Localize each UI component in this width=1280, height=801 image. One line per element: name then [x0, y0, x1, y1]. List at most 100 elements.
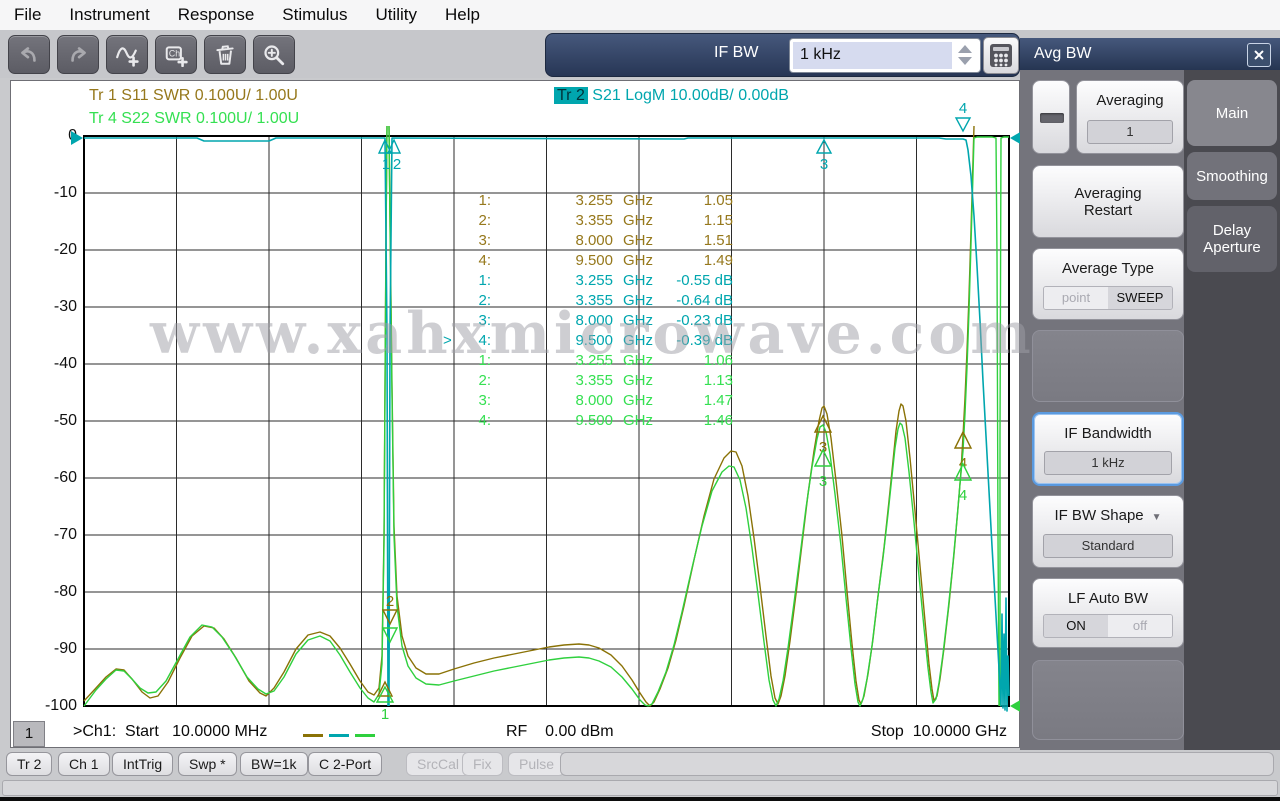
status-cal-2port[interactable]: C 2-Port [308, 752, 383, 776]
zoom-button[interactable] [253, 35, 295, 74]
average-type-point-option[interactable]: point [1044, 287, 1108, 309]
marker-row-active: >4: 9.500 GHz -0.39 dB [443, 332, 733, 349]
if-bandwidth-value: 1 kHz [1044, 451, 1172, 475]
trace2-header[interactable]: Tr 2 S21 LogM 10.00dB/ 0.00dB [554, 87, 789, 105]
menu-help[interactable]: Help [431, 0, 494, 30]
status-active-channel[interactable]: Ch 1 [58, 752, 110, 776]
tab-main[interactable]: Main [1187, 80, 1277, 146]
panel-tab-column: Main Smoothing Delay Aperture [1184, 70, 1280, 750]
trace1-header[interactable]: Tr 1 S11 SWR 0.100U/ 1.00U [89, 87, 298, 105]
avg-bw-panel: Avg BW Main Smoothing Delay Aperture Ave… [1020, 38, 1280, 750]
marker-row: 1: 3.255 GHz -0.55 dB [478, 272, 733, 289]
lf-auto-bw-segmented[interactable]: ON off [1043, 614, 1173, 638]
status-trigger-mode[interactable]: IntTrig [112, 752, 174, 776]
trace1-legend-dash [303, 734, 323, 737]
y-tick-70: -70 [53, 526, 77, 543]
panel-header[interactable]: Avg BW [1020, 38, 1280, 70]
y-tick-40: -40 [53, 355, 77, 372]
menu-stimulus[interactable]: Stimulus [268, 0, 361, 30]
panel-close-button[interactable] [1247, 43, 1271, 67]
if-bw-spinner[interactable] [954, 42, 976, 68]
spin-up-icon[interactable] [958, 45, 972, 53]
average-type-sweep-option[interactable]: SWEEP [1108, 287, 1172, 309]
vna-app-window: { "menu": {"items": ["File", "Instrument… [0, 0, 1280, 801]
if-bandwidth-button[interactable]: IF Bandwidth 1 kHz [1032, 412, 1184, 486]
menu-response[interactable]: Response [164, 0, 269, 30]
trace4-header[interactable]: Tr 4 S22 SWR 0.100U/ 1.00U [89, 110, 299, 128]
marker-row: 3: 8.000 GHz 1.47 [478, 392, 733, 409]
menu-utility[interactable]: Utility [361, 0, 431, 30]
averaging-value: 1 [1087, 120, 1173, 144]
marker-row: 4: 9.500 GHz 1.49 [478, 252, 733, 269]
tr1-marker3-label[interactable]: 3 [819, 439, 827, 456]
marker-readout-table: 1: 3.255 GHz 1.05 2: 3.355 GHz 1.15 3: 8.000 GHz… [443, 191, 733, 431]
panel-title: Avg BW [1034, 45, 1092, 62]
rf-power-readout[interactable]: RF 0.00 dBm [506, 723, 614, 741]
lf-auto-bw-on-option[interactable]: ON [1044, 615, 1108, 637]
if-bw-value[interactable]: 1 kHz [793, 42, 952, 69]
menu-bar: File Instrument Response Stimulus Utilit… [0, 0, 1280, 30]
keypad-button[interactable] [983, 37, 1019, 74]
marker2-label[interactable]: 2 [393, 156, 401, 173]
delete-trace-button[interactable] [204, 35, 246, 74]
status-message-field-2 [2, 780, 1278, 796]
trace4-legend-dash [355, 734, 375, 737]
status-active-trace[interactable]: Tr 2 [6, 752, 53, 776]
menu-instrument[interactable]: Instrument [55, 0, 163, 30]
keypad-icon [990, 44, 1012, 67]
marker-row: 3: 8.000 GHz -0.23 dB [478, 312, 733, 329]
sweep-start-readout[interactable]: >Ch1: Start 10.0000 MHz [73, 723, 267, 741]
y-tick-100: -100 [44, 697, 77, 714]
trace2-s21-logm-curve [84, 137, 389, 707]
marker-row: 1: 3.255 GHz 1.06 [478, 352, 733, 369]
trace2-legend-dash [329, 734, 349, 737]
menu-file[interactable]: File [0, 0, 55, 30]
y-tick-90: -90 [53, 640, 77, 657]
y-tick-30: -30 [53, 298, 77, 315]
marker-row: 2: 3.355 GHz 1.15 [478, 212, 733, 229]
redo-button[interactable] [57, 35, 99, 74]
plot-panel: Tr 1 S11 SWR 0.100U/ 1.00U Tr 2 S21 LogM… [10, 80, 1022, 748]
sweep-stop-readout[interactable]: Stop 10.0000 GHz [771, 723, 1007, 741]
if-bw-spinbox[interactable]: 1 kHz [789, 38, 981, 73]
marker4-label[interactable]: 4 [959, 100, 967, 117]
lf-auto-bw-off-option[interactable]: off [1108, 615, 1172, 637]
lf-auto-bw-button[interactable]: LF Auto BW ON off [1032, 578, 1184, 648]
y-tick-10: -10 [53, 184, 77, 201]
averaging-restart-button[interactable]: Averaging Restart [1032, 165, 1184, 238]
averaging-button[interactable]: Averaging 1 [1076, 80, 1184, 154]
if-bw-label: IF BW [714, 44, 759, 61]
marker-row: 2: 3.355 GHz 1.13 [478, 372, 733, 389]
undo-button[interactable] [8, 35, 50, 74]
marker1-label[interactable]: 1 [382, 156, 390, 173]
marker-row: 1: 3.255 GHz 1.05 [478, 192, 733, 209]
status-sweep[interactable]: Swp * [178, 752, 237, 776]
undo-icon [21, 46, 36, 62]
blank-button-2 [1032, 660, 1184, 740]
add-trace-button[interactable] [106, 35, 148, 74]
tab-delay-aperture[interactable]: Delay Aperture [1187, 206, 1277, 272]
spin-down-icon[interactable] [958, 57, 972, 65]
y-tick-20: -20 [53, 241, 77, 258]
trace1-s11-swr-curve [83, 125, 388, 702]
tab-smoothing[interactable]: Smoothing [1187, 152, 1277, 200]
swr-marker1-label[interactable]: 1 [381, 706, 389, 723]
averaging-toggle-button[interactable] [1032, 80, 1070, 154]
tr4-marker4-label[interactable]: 4 [959, 487, 967, 504]
add-channel-button[interactable]: Ch [155, 35, 197, 74]
average-type-segmented[interactable]: point SWEEP [1043, 286, 1173, 310]
svg-text:Ch: Ch [169, 48, 180, 58]
swr-marker2-label[interactable]: 2 [386, 593, 394, 610]
tr4-marker3-label[interactable]: 3 [819, 473, 827, 490]
y-tick-60: -60 [53, 469, 77, 486]
marker-row: 2: 3.355 GHz -0.64 dB [478, 292, 733, 309]
marker3-label[interactable]: 3 [820, 156, 828, 173]
status-bandwidth[interactable]: BW=1k [240, 752, 308, 776]
if-bw-shape-value: Standard [1043, 534, 1173, 558]
if-bw-shape-button[interactable]: IF BW Shape ▼ Standard [1032, 495, 1184, 568]
average-type-button[interactable]: Average Type point SWEEP [1032, 248, 1184, 320]
channel-tab-1[interactable]: 1 [13, 721, 45, 747]
y-tick-80: -80 [53, 583, 77, 600]
y-tick-50: -50 [53, 412, 77, 429]
redo-icon [71, 46, 86, 62]
